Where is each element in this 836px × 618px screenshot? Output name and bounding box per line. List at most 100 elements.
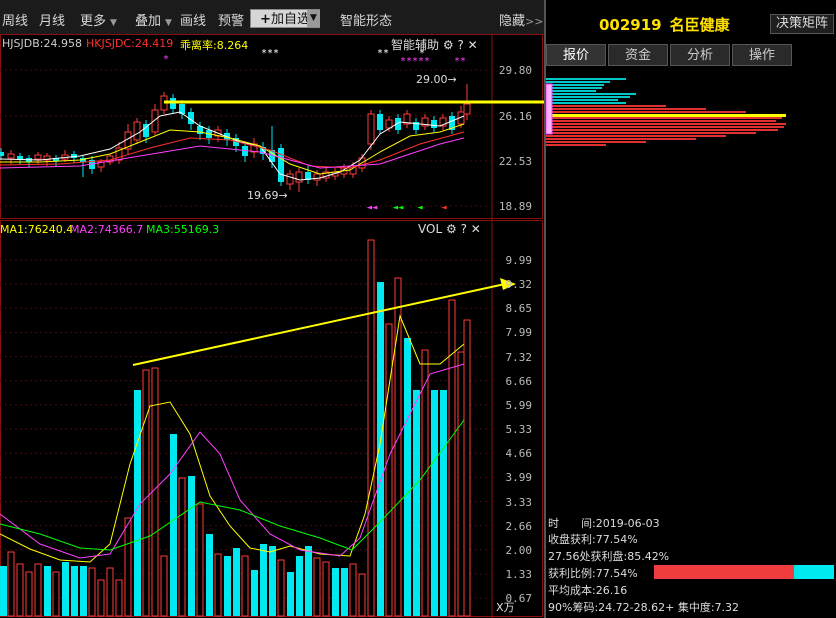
candle-body-up	[313, 173, 321, 181]
tab-analysis[interactable]: 分析	[670, 44, 730, 66]
volume-bar-up	[97, 579, 105, 617]
volume-bar-up	[457, 351, 465, 617]
tab-operation[interactable]: 操作	[732, 44, 792, 66]
chip-average-line	[546, 114, 786, 117]
volume-bar-down	[0, 566, 7, 616]
volume-bar-up	[88, 567, 96, 617]
volume-bar-down	[71, 566, 78, 616]
candle-body-up	[151, 109, 159, 133]
signal-arrow: ◄◄	[367, 203, 378, 213]
volume-bar-up	[367, 239, 375, 617]
close-profit: 收盘获利:77.54%	[548, 533, 638, 546]
smart-pattern-button[interactable]: 智能形态	[340, 10, 392, 29]
chip-bar	[546, 111, 746, 113]
overlay-button[interactable]: 叠加 ▼	[135, 10, 172, 29]
signal-marker: *****	[400, 56, 430, 67]
chip-bar	[546, 129, 778, 131]
volume-bar-up	[52, 571, 60, 617]
chip-bar	[546, 81, 610, 83]
volume-bar-down	[431, 390, 438, 616]
vol-tools: VOL ⚙ ? ✕	[418, 222, 481, 236]
volume-tick: 8.65	[505, 302, 533, 316]
chip-time-label: 时	[548, 517, 559, 530]
quote-tabs: 报价 资金 分析 操作	[546, 44, 836, 66]
weekly-button[interactable]: 周线	[2, 10, 28, 29]
volume-bar-down	[62, 562, 69, 616]
add-watchlist-dropdown[interactable]: ▼	[307, 10, 320, 27]
smart-assist-label[interactable]: 智能辅助	[391, 38, 439, 52]
close-icon[interactable]: ✕	[471, 222, 481, 236]
volume-bar-down	[305, 546, 312, 616]
vol-ma1-line	[0, 314, 465, 563]
volume-bar-up	[385, 323, 393, 617]
draw-line-button[interactable]: 画线	[180, 10, 206, 29]
vol-label[interactable]: VOL	[418, 222, 442, 236]
chip-bar	[546, 132, 756, 134]
chip-bar	[546, 96, 630, 98]
price-tick-4: 18.89	[498, 200, 532, 213]
volume-bar-up	[7, 551, 15, 617]
volume-bar-up	[448, 299, 456, 617]
candle-body-up	[295, 171, 303, 183]
chevron-down-icon: ▼	[165, 18, 172, 28]
candle-body-up	[286, 173, 294, 185]
chip-bar	[546, 120, 776, 122]
signal-marker: ***	[261, 48, 279, 59]
volume-bar-down	[377, 282, 384, 616]
tab-funds[interactable]: 资金	[608, 44, 668, 66]
volume-bar-down	[188, 476, 195, 616]
help-icon[interactable]: ?	[457, 38, 463, 52]
close-icon[interactable]: ✕	[468, 38, 478, 52]
help-icon[interactable]: ?	[461, 222, 467, 236]
candle-body-up	[367, 113, 375, 145]
volume-bar-down	[260, 544, 267, 616]
profit-ratio-bar-fill	[654, 565, 794, 579]
monthly-button[interactable]: 月线	[39, 10, 65, 29]
chip-time-value: 2019-06-03	[595, 517, 660, 530]
price-indicator-2: HKJSJDC:24.419	[86, 37, 174, 50]
overlay-label: 叠加	[135, 14, 162, 29]
hide-button[interactable]: 隐藏>>	[499, 10, 543, 29]
volume-bar-up	[313, 557, 321, 617]
volume-bar-up	[322, 561, 330, 617]
volume-tick: 1.33	[505, 567, 533, 581]
volume-tick: 9.99	[505, 254, 533, 267]
volume-unit: X万	[496, 601, 515, 614]
decision-matrix-button[interactable]: 决策矩阵	[770, 14, 834, 34]
price-tick-1: 29.80	[498, 64, 532, 77]
price-tick-3: 22.53	[498, 155, 532, 168]
chips-90: 90%筹码:24.72-28.62+ 集中度:7.32	[548, 601, 740, 614]
chevron-down-icon: ▼	[110, 18, 117, 28]
chip-range-marker	[546, 83, 553, 135]
alert-button[interactable]: 预警	[218, 10, 244, 29]
volume-tick: 5.33	[505, 423, 533, 437]
volume-tick: 9.32	[505, 278, 533, 292]
candle-body-up	[133, 121, 141, 141]
volume-bar-down	[296, 556, 303, 616]
volume-bar-up	[160, 555, 168, 617]
volume-bar-down	[134, 390, 141, 616]
volume-bar-up	[178, 477, 186, 617]
candle-body-up	[463, 103, 471, 115]
gear-icon[interactable]: ⚙	[446, 222, 457, 236]
more-button[interactable]: 更多 ▼	[80, 10, 117, 29]
chip-bar	[546, 141, 646, 143]
price-indicator-3: 乖离率:8.264	[180, 39, 249, 52]
volume-bar-up	[142, 369, 150, 617]
candle-body-down	[431, 120, 437, 128]
candle-body-up	[7, 153, 15, 159]
vol-ma1: MA1:76240.4	[0, 223, 74, 236]
add-watchlist-label: 加自选	[270, 12, 310, 27]
volume-tick: 3.99	[505, 471, 533, 485]
signal-arrow: ◄◄	[393, 203, 404, 213]
price-tools: 智能辅助 ⚙ ? ✕	[391, 36, 478, 53]
chip-bar	[546, 123, 786, 125]
tab-quote[interactable]: 报价	[546, 44, 606, 66]
gear-icon[interactable]: ⚙	[443, 38, 454, 52]
chip-bar	[546, 108, 706, 110]
hide-label: 隐藏	[499, 14, 526, 29]
stock-code: 002919	[599, 16, 662, 34]
volume-bar-up	[106, 567, 114, 617]
kline-chart[interactable]: **** ** ****** **◄◄ ◄◄ ◄ ◄	[0, 34, 544, 618]
volume-tick: 7.99	[505, 326, 533, 340]
